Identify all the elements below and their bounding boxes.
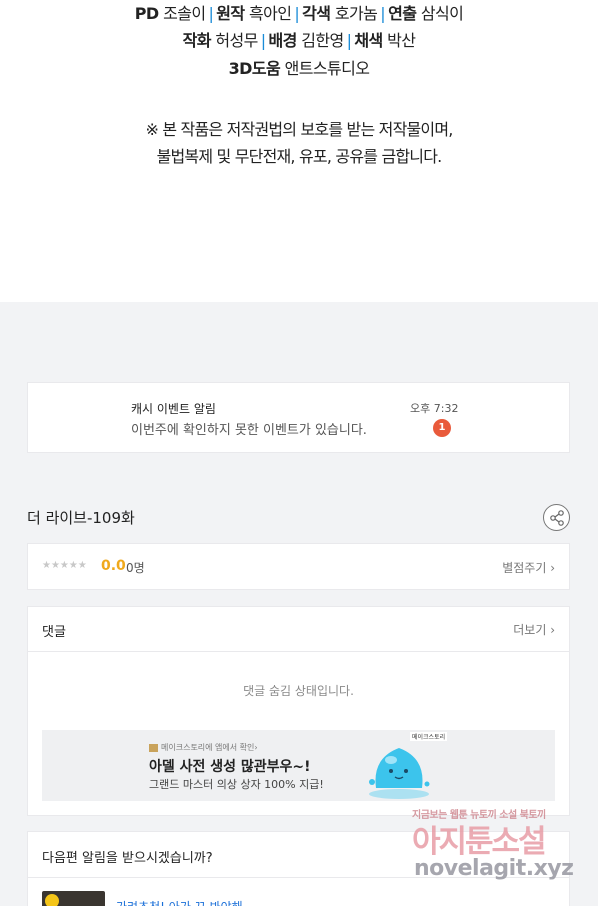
- slime-character-icon: [369, 748, 430, 799]
- share-button[interactable]: [543, 504, 570, 531]
- thumbnail-badge-icon: [45, 894, 59, 906]
- credits-section: PD 조솔이 | 원작 흑아인 | 각색 호가놈 | 연출 삼식이 작화 허성무 | 배경 김한…: [0, 0, 598, 302]
- watermark-logo-text: 아지툰소설: [412, 824, 547, 860]
- event-title: 캐시 이벤트 알림: [131, 402, 216, 416]
- credit-separator: |: [346, 31, 352, 50]
- watermark-url: novelagit.xyz: [414, 856, 574, 881]
- ad-sub-text: 그랜드 마스터 의상 상자 100% 지급!: [149, 778, 324, 791]
- credit-name: 조솔이: [163, 4, 206, 23]
- comment-title: 댓글: [42, 625, 66, 640]
- credit-name: 삼식이: [420, 4, 464, 23]
- credit-role: 채색: [354, 31, 383, 50]
- related-thumbnail[interactable]: [42, 891, 105, 906]
- rating-card: ★★★★★ 0.0 0명 별점주기 ›: [27, 543, 570, 590]
- credit-role: 원작: [216, 4, 245, 23]
- credit-name: 허성무: [215, 31, 258, 50]
- watermark: 지금보는 웹툰 뉴토끼 소설 북토끼 아지툰소설 novelagit.xyz: [412, 806, 592, 896]
- event-time: 오후 7:32: [410, 402, 459, 415]
- credits-line-2: 작화 허성무 | 배경 김한영 | 채색 박산: [0, 27, 598, 51]
- ad-main-text: 아델 사전 생성 많관부우~!: [149, 759, 311, 775]
- event-notification-card[interactable]: 캐시 이벤트 알림 이번주에 확인하지 못한 이벤트가 있습니다. 오후 7:3…: [27, 382, 570, 453]
- credit-separator: |: [260, 31, 266, 50]
- credit-name: 호가놈: [334, 4, 378, 23]
- credits-line-1: PD 조솔이 | 원작 흑아인 | 각색 호가놈 | 연출 삼식이: [0, 0, 598, 24]
- credit-role: 작화: [182, 31, 212, 50]
- credit-role: 각색: [302, 4, 331, 23]
- ad-tag: 메이크스토리: [410, 732, 448, 741]
- credit-name: 흑아인: [249, 4, 292, 23]
- comment-header: 댓글 더보기 ›: [28, 607, 569, 652]
- related-link[interactable]: 가려초천! 아가 꼬 봐야해: [116, 898, 243, 906]
- ad-small-text: 메이크스토리에 앱에서 확인›: [149, 742, 258, 753]
- credit-separator: |: [380, 4, 386, 23]
- ad-logo-icon: [149, 743, 158, 752]
- share-icon: [550, 510, 564, 526]
- credit-name: 박산: [387, 31, 416, 50]
- episode-title: 더 라이브-109화: [27, 509, 135, 527]
- event-badge: 1: [433, 419, 451, 437]
- rate-button[interactable]: 별점주기 ›: [502, 559, 555, 576]
- ad-banner[interactable]: 메이크스토리에 앱에서 확인› 아델 사전 생성 많관부우~! 그랜드 마스터 …: [42, 730, 555, 801]
- comment-card: 댓글 더보기 › 댓글 숨김 상태입니다. 메이크스토리에 앱에서 확인› 아델…: [27, 606, 570, 816]
- event-message: 이번주에 확인하지 못한 이벤트가 있습니다.: [131, 423, 367, 438]
- rating-stars: ★★★★★: [42, 560, 87, 571]
- credits-line-3: 3D도움 앤트스튜디오: [0, 55, 598, 79]
- next-episode-question: 다음편 알림을 받으시겠습니까?: [42, 851, 213, 866]
- credit-name: 앤트스튜디오: [284, 59, 370, 78]
- credit-role: PD: [134, 4, 159, 23]
- credit-name: 김한영: [301, 31, 344, 50]
- comment-more-link[interactable]: 더보기 ›: [513, 621, 555, 638]
- rating-count: 0명: [126, 561, 145, 575]
- copyright-notice-line-2: 불법복제 및 무단전재, 유포, 공유를 금합니다.: [156, 147, 443, 166]
- ad-small-label: 메이크스토리에 앱에서 확인›: [161, 743, 258, 752]
- credit-separator: |: [208, 4, 214, 23]
- credit-role: 배경: [268, 31, 298, 50]
- credit-role: 연출: [388, 4, 417, 23]
- comment-hidden-message: 댓글 숨김 상태입니다.: [243, 684, 354, 698]
- credit-role: 3D도움: [228, 59, 281, 78]
- rating-score: 0.0: [101, 558, 126, 574]
- copyright-notice-line-1: ※ 본 작품은 저작권법의 보호를 받는 저작물이며,: [145, 120, 453, 139]
- credit-separator: |: [294, 4, 300, 23]
